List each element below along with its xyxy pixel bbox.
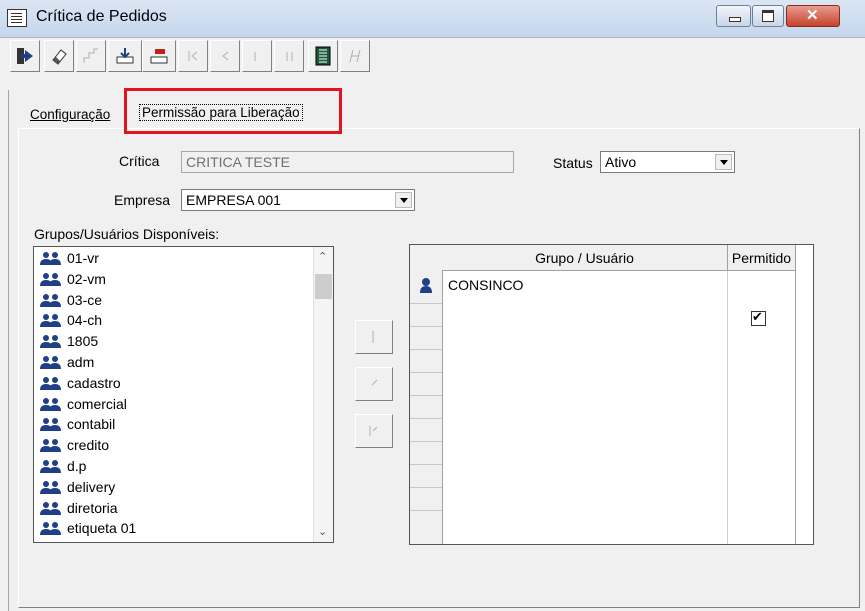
scroll-thumb[interactable]	[315, 274, 332, 299]
scroll-up-icon[interactable]: ⌃	[318, 250, 327, 263]
tab-permissao-label: Permissão para Liberação	[139, 104, 303, 121]
allowed-checkbox[interactable]	[751, 309, 766, 326]
group-icon	[40, 460, 61, 473]
user-icon	[420, 278, 432, 293]
list-item-label: contabil	[67, 416, 116, 433]
disabled-tool-icon[interactable]	[340, 40, 370, 72]
document-icon[interactable]	[308, 40, 338, 72]
group-icon	[40, 335, 61, 349]
next-record-icon[interactable]	[242, 40, 272, 72]
group-icon	[40, 314, 61, 328]
previous-record-icon[interactable]	[210, 40, 240, 72]
list-item-label: cadastro	[67, 374, 121, 391]
column-header-allowed[interactable]: Permitido	[728, 245, 796, 271]
column-header-user[interactable]: Grupo / Usuário	[442, 245, 728, 271]
list-item-label: diretoria	[67, 499, 118, 516]
list-item[interactable]: 01-vr	[40, 248, 99, 268]
group-icon	[40, 252, 61, 265]
group-icon	[40, 397, 61, 411]
left-frame	[0, 90, 9, 611]
last-record-icon[interactable]	[274, 40, 304, 72]
maximize-button[interactable]	[752, 5, 784, 27]
list-item[interactable]: d.p	[40, 456, 86, 476]
list-item-label: 02-vm	[67, 270, 106, 287]
tab-permissao-liberacao[interactable]: Permissão para Liberação	[124, 88, 342, 134]
export-icon[interactable]	[142, 40, 176, 72]
minimize-button[interactable]	[716, 5, 751, 27]
status-label: Status	[553, 155, 593, 171]
import-icon[interactable]	[108, 40, 142, 72]
status-value: Ativo	[605, 154, 637, 170]
list-item[interactable]: adm	[40, 352, 94, 372]
list-item-label: 03-ce	[67, 291, 103, 308]
list-item[interactable]: comercial	[40, 394, 127, 414]
list-item[interactable]: etiqueta 01	[40, 518, 136, 538]
list-item[interactable]: cadastro	[40, 373, 121, 393]
list-item[interactable]: contabil	[40, 414, 115, 434]
empresa-value: EMPRESA 001	[186, 192, 281, 208]
eraser-icon[interactable]	[44, 40, 74, 72]
group-icon	[40, 293, 61, 307]
empresa-label: Empresa	[114, 192, 171, 208]
group-icon	[40, 272, 61, 286]
steps-icon-disabled[interactable]	[76, 40, 106, 72]
group-icon	[40, 356, 61, 369]
available-list[interactable]: 01-vr 02-vm 03-ce 04-ch 1805 adm cadastro comer…	[33, 246, 334, 543]
list-item-label: 01-vr	[67, 250, 99, 266]
app-icon	[7, 9, 27, 27]
close-button[interactable]	[786, 5, 840, 27]
list-item[interactable]: 1805	[40, 331, 98, 351]
add-selected-button[interactable]	[355, 320, 393, 354]
list-item-label: d.p	[67, 458, 87, 474]
remove-selected-button[interactable]	[355, 367, 393, 401]
row-user-name: CONSINCO	[448, 277, 524, 293]
first-record-icon[interactable]	[178, 40, 208, 72]
tab-configuracao[interactable]: Configuração	[30, 107, 110, 122]
group-icon	[40, 522, 61, 536]
list-item[interactable]: diretoria	[40, 498, 118, 518]
list-item-label: adm	[67, 354, 95, 370]
list-item[interactable]: credito	[40, 435, 109, 455]
list-item[interactable]: 04-ch	[40, 310, 102, 330]
list-item-label: credito	[67, 437, 110, 454]
list-item[interactable]: 02-vm	[40, 269, 106, 289]
chevron-down-icon[interactable]	[715, 154, 732, 170]
empresa-select[interactable]: EMPRESA 001	[181, 189, 415, 211]
critica-label: Crítica	[119, 153, 160, 169]
remove-all-button[interactable]	[355, 414, 393, 448]
list-item-label: comercial	[67, 395, 127, 412]
list-scrollbar[interactable]: ⌃ ⌄	[313, 247, 333, 542]
list-item-label: etiqueta 01	[67, 520, 137, 537]
title-bar: Crítica de Pedidos	[0, 0, 865, 38]
list-item[interactable]: 03-ce	[40, 290, 102, 310]
list-item-label: delivery	[67, 478, 116, 495]
list-item[interactable]: delivery	[40, 477, 115, 497]
table-row[interactable]: CONSINCO	[410, 275, 796, 326]
chevron-down-icon[interactable]	[395, 192, 412, 208]
exit-icon[interactable]	[10, 40, 40, 72]
window-title: Crítica de Pedidos	[36, 8, 167, 25]
group-icon	[40, 376, 61, 390]
critica-field[interactable]: CRITICA TESTE	[181, 151, 514, 173]
available-label: Grupos/Usuários Disponíveis:	[34, 226, 220, 242]
group-icon	[40, 418, 61, 432]
list-item-label: 04-ch	[67, 312, 103, 329]
status-select[interactable]: Ativo	[600, 151, 735, 173]
permission-grid[interactable]: Grupo / Usuário Permitido CONSINCO	[409, 244, 814, 545]
group-icon	[40, 501, 61, 515]
list-item-label: 1805	[67, 333, 99, 350]
group-icon	[40, 439, 61, 453]
scroll-down-icon[interactable]: ⌄	[318, 525, 327, 538]
group-icon	[40, 480, 61, 494]
